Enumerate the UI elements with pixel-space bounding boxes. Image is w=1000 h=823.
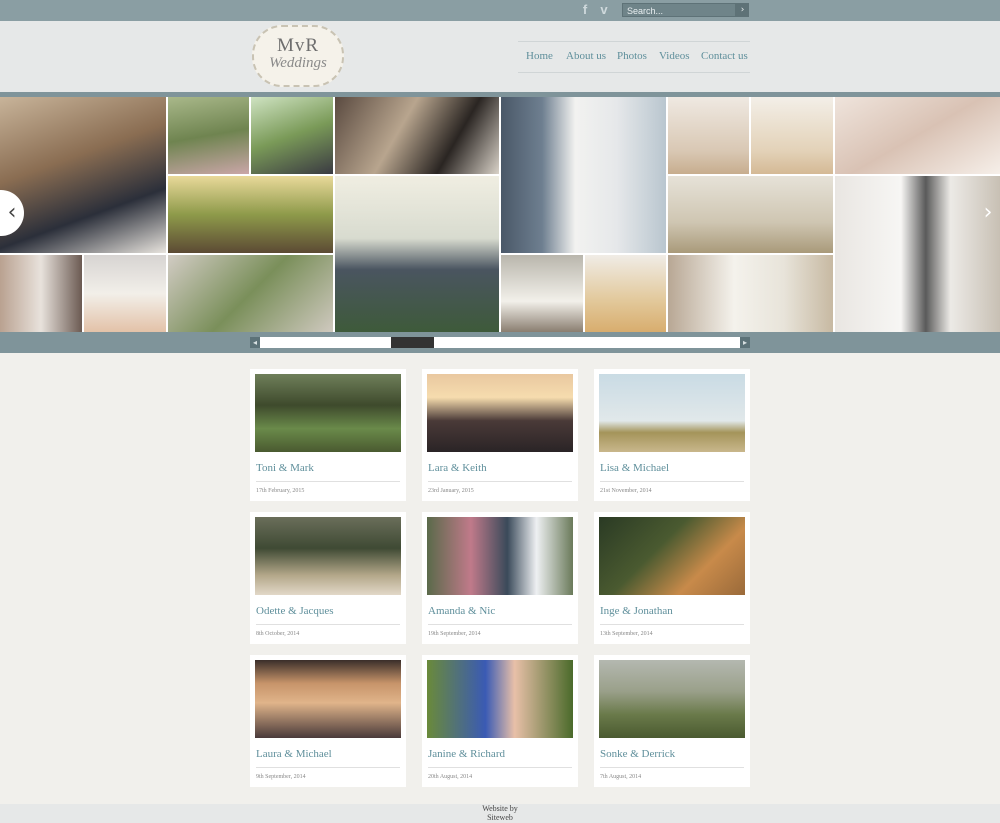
- card-divider: [428, 767, 572, 768]
- facebook-icon[interactable]: f: [578, 3, 592, 17]
- card-title[interactable]: Amanda & Nic: [428, 605, 495, 617]
- scroll-left-button[interactable]: ◂: [250, 337, 260, 348]
- caret-right-icon: ▸: [742, 338, 747, 347]
- card-photo[interactable]: [599, 517, 745, 595]
- card-photo[interactable]: [599, 374, 745, 452]
- card-title[interactable]: Inge & Jonathan: [600, 605, 673, 617]
- gallery-photo[interactable]: [668, 176, 833, 253]
- gallery-scroll-bar: ◂ ▸: [0, 332, 1000, 353]
- wedding-card[interactable]: Sonke & Derrick 7th August, 2014: [594, 655, 750, 787]
- nav-item-home[interactable]: Home: [526, 50, 553, 62]
- wedding-card[interactable]: Lara & Keith 23rd January, 2015: [422, 369, 578, 501]
- gallery-photo[interactable]: [668, 255, 833, 332]
- chevron-left-icon: ‹: [7, 200, 17, 225]
- card-divider: [428, 624, 572, 625]
- card-photo[interactable]: [427, 374, 573, 452]
- wedding-card[interactable]: Amanda & Nic 19th September, 2014: [422, 512, 578, 644]
- gallery-photo[interactable]: [0, 97, 166, 253]
- card-photo[interactable]: [427, 517, 573, 595]
- card-divider: [256, 767, 400, 768]
- card-date: 8th October, 2014: [256, 631, 300, 637]
- vimeo-icon[interactable]: v: [597, 3, 611, 17]
- wedding-card[interactable]: Lisa & Michael 21st November, 2014: [594, 369, 750, 501]
- gallery-photo[interactable]: [751, 97, 833, 174]
- photo-gallery: ‹ ›: [0, 97, 1000, 332]
- gallery-photo[interactable]: [668, 97, 749, 174]
- wedding-card[interactable]: Laura & Michael 9th September, 2014: [250, 655, 406, 787]
- gallery-photo[interactable]: [0, 255, 82, 332]
- site-footer: Website by Siteweb: [0, 804, 1000, 823]
- gallery-photo[interactable]: [585, 255, 666, 332]
- gallery-photo[interactable]: [251, 97, 333, 174]
- card-date: 7th August, 2014: [600, 774, 642, 780]
- site-header: MvR Weddings Home About us Photos Videos…: [0, 21, 1000, 92]
- gallery-photo[interactable]: [501, 255, 583, 332]
- card-title[interactable]: Janine & Richard: [428, 748, 505, 760]
- card-date: 13th September, 2014: [600, 631, 653, 637]
- card-photo[interactable]: [255, 374, 401, 452]
- footer-credit-label: Website by: [482, 804, 518, 813]
- wedding-card[interactable]: Inge & Jonathan 13th September, 2014: [594, 512, 750, 644]
- gallery-photo[interactable]: [501, 97, 666, 253]
- card-title[interactable]: Lara & Keith: [428, 462, 487, 474]
- gallery-photo[interactable]: [335, 176, 499, 332]
- card-date: 23rd January, 2015: [428, 488, 474, 494]
- scroll-track[interactable]: [260, 337, 740, 348]
- gallery-photo[interactable]: [835, 97, 1000, 174]
- card-divider: [256, 481, 400, 482]
- card-date: 20th August, 2014: [428, 774, 473, 780]
- site-logo[interactable]: MvR Weddings: [252, 25, 344, 87]
- nav-item-contact-us[interactable]: Contact us: [701, 50, 748, 62]
- scroll-thumb[interactable]: [391, 337, 434, 348]
- gallery-photo[interactable]: [168, 176, 333, 253]
- scroll-right-button[interactable]: ▸: [740, 337, 750, 348]
- wedding-card[interactable]: Janine & Richard 20th August, 2014: [422, 655, 578, 787]
- card-date: 9th September, 2014: [256, 774, 306, 780]
- logo-subtitle: Weddings: [269, 55, 327, 71]
- gallery-photo[interactable]: [168, 97, 249, 174]
- card-divider: [600, 767, 744, 768]
- card-title[interactable]: Lisa & Michael: [600, 462, 669, 474]
- chevron-right-icon: ›: [983, 200, 993, 225]
- card-photo[interactable]: [599, 660, 745, 738]
- card-date: 19th September, 2014: [428, 631, 481, 637]
- card-photo[interactable]: [255, 517, 401, 595]
- card-divider: [600, 481, 744, 482]
- nav-item-videos[interactable]: Videos: [659, 50, 690, 62]
- nav-item-about-us[interactable]: About us: [566, 50, 606, 62]
- card-date: 17th February, 2015: [256, 488, 305, 494]
- card-title[interactable]: Laura & Michael: [256, 748, 332, 760]
- footer-credit-link[interactable]: Siteweb: [487, 813, 513, 822]
- card-divider: [600, 624, 744, 625]
- card-photo[interactable]: [427, 660, 573, 738]
- wedding-card[interactable]: Odette & Jacques 8th October, 2014: [250, 512, 406, 644]
- main-nav: Home About us Photos Videos Contact us: [518, 41, 750, 73]
- caret-left-icon: ◂: [252, 338, 257, 347]
- arrow-right-icon: ›: [740, 5, 745, 15]
- logo-title: MvR: [276, 35, 320, 56]
- card-divider: [256, 624, 400, 625]
- card-photo[interactable]: [255, 660, 401, 738]
- card-title[interactable]: Odette & Jacques: [256, 605, 334, 617]
- gallery-next-button[interactable]: ›: [976, 190, 1000, 236]
- wedding-card[interactable]: Toni & Mark 17th February, 2015: [250, 369, 406, 501]
- gallery-photo[interactable]: [84, 255, 166, 332]
- card-date: 21st November, 2014: [600, 488, 652, 494]
- card-divider: [428, 481, 572, 482]
- top-bar: f v Search... ›: [0, 0, 1000, 21]
- card-title[interactable]: Toni & Mark: [256, 462, 314, 474]
- gallery-photo[interactable]: [168, 255, 333, 332]
- gallery-photo[interactable]: [335, 97, 499, 174]
- search-button[interactable]: ›: [736, 3, 749, 17]
- nav-item-photos[interactable]: Photos: [617, 50, 647, 62]
- card-title[interactable]: Sonke & Derrick: [600, 748, 675, 760]
- search-input[interactable]: Search...: [622, 3, 736, 17]
